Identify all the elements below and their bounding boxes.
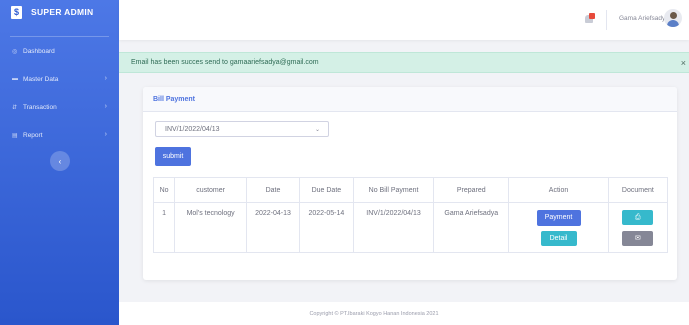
printer-icon: ⎙	[635, 214, 641, 221]
cell-prepared: Gama Ariefsadya	[433, 202, 510, 253]
invoice-select[interactable]: INV/1/2022/04/13 ⌄	[155, 121, 329, 137]
user-name[interactable]: Gama Ariefsadya	[619, 15, 669, 22]
bill-table: No customer Date Due Date No Bill Paymen…	[152, 177, 669, 253]
card-title: Bill Payment	[153, 95, 196, 103]
bell-icon[interactable]	[584, 13, 595, 24]
cell-action: Payment Detail	[508, 202, 609, 253]
column-header: Document	[607, 177, 669, 203]
cell-due-date: 2022-05-14	[298, 202, 354, 253]
sidebar-item-dashboard[interactable]: ◎ Dashboard	[0, 37, 119, 65]
cell-no: 1	[152, 202, 176, 253]
sidebar-item-label: Dashboard	[23, 47, 55, 55]
column-header: Due Date	[298, 177, 354, 203]
column-header: Action	[508, 177, 609, 203]
dashboard-icon: ◎	[12, 48, 18, 55]
avatar[interactable]	[664, 9, 682, 27]
topbar-divider	[606, 10, 607, 30]
folder-icon: ▬	[12, 76, 18, 82]
column-header: customer	[174, 177, 248, 203]
column-header: No Bill Payment	[352, 177, 435, 203]
success-alert: Email has been succes send to gamaariefs…	[119, 52, 689, 73]
table-header-row: No customer Date Due Date No Bill Paymen…	[152, 177, 669, 203]
detail-button[interactable]: Detail	[540, 231, 577, 246]
sidebar-item-master-data[interactable]: ▬ Master Data ›	[0, 65, 119, 93]
sidebar-item-label: Report	[23, 131, 43, 139]
print-button[interactable]: ⎙	[622, 210, 654, 225]
submit-button[interactable]: submit	[155, 147, 191, 166]
chevron-right-icon: ›	[104, 103, 107, 110]
column-header: Date	[246, 177, 300, 203]
sidebar-item-transaction[interactable]: ⇵ Transaction ›	[0, 93, 119, 121]
brand-title: SUPER ADMIN	[31, 7, 94, 17]
topbar: Gama Ariefsadya	[119, 0, 689, 40]
bill-payment-card: Bill Payment INV/1/2022/04/13 ⌄ submit N…	[143, 87, 677, 280]
alert-message: Email has been succes send to gamaariefs…	[131, 59, 319, 66]
chevron-down-icon: ⌄	[314, 127, 320, 133]
sidebar-item-report[interactable]: ▤ Report ›	[0, 121, 119, 149]
sidebar-toggle-button[interactable]: ‹	[50, 151, 70, 171]
sidebar-item-label: Transaction	[23, 103, 57, 111]
close-icon[interactable]: ×	[681, 58, 686, 68]
invoice-select-value: INV/1/2022/04/13	[165, 125, 220, 133]
chevron-right-icon: ›	[104, 131, 107, 138]
sidebar: $ SUPER ADMIN ◎ Dashboard ▬ Master Data …	[0, 0, 119, 325]
cell-no-bill: INV/1/2022/04/13	[352, 202, 435, 253]
cell-customer: Mol's tecnology	[174, 202, 248, 253]
sidebar-item-label: Master Data	[23, 75, 59, 83]
copyright-text: Copyright © PT.Ibaraki Kogyo Hanan Indon…	[309, 310, 439, 317]
transaction-icon: ⇵	[12, 104, 18, 111]
brand-logo: $	[11, 5, 22, 19]
cell-document: ⎙ ✉	[607, 202, 669, 253]
avatar-body	[667, 20, 679, 27]
column-header: No	[152, 177, 176, 203]
email-button[interactable]: ✉	[622, 231, 654, 246]
footer: Copyright © PT.Ibaraki Kogyo Hanan Indon…	[119, 302, 689, 325]
notification-badge	[589, 13, 595, 19]
payment-button[interactable]: Payment	[536, 210, 581, 226]
card-header: Bill Payment	[143, 87, 677, 112]
table-row: 1 Mol's tecnology 2022-04-13 2022-05-14 …	[152, 202, 669, 253]
cell-date: 2022-04-13	[246, 202, 300, 253]
brand[interactable]: $ SUPER ADMIN	[0, 0, 119, 24]
chevron-right-icon: ›	[104, 75, 107, 82]
envelope-icon: ✉	[634, 235, 641, 242]
avatar-head	[670, 12, 677, 19]
column-header: Prepared	[433, 177, 510, 203]
report-icon: ▤	[12, 132, 18, 139]
